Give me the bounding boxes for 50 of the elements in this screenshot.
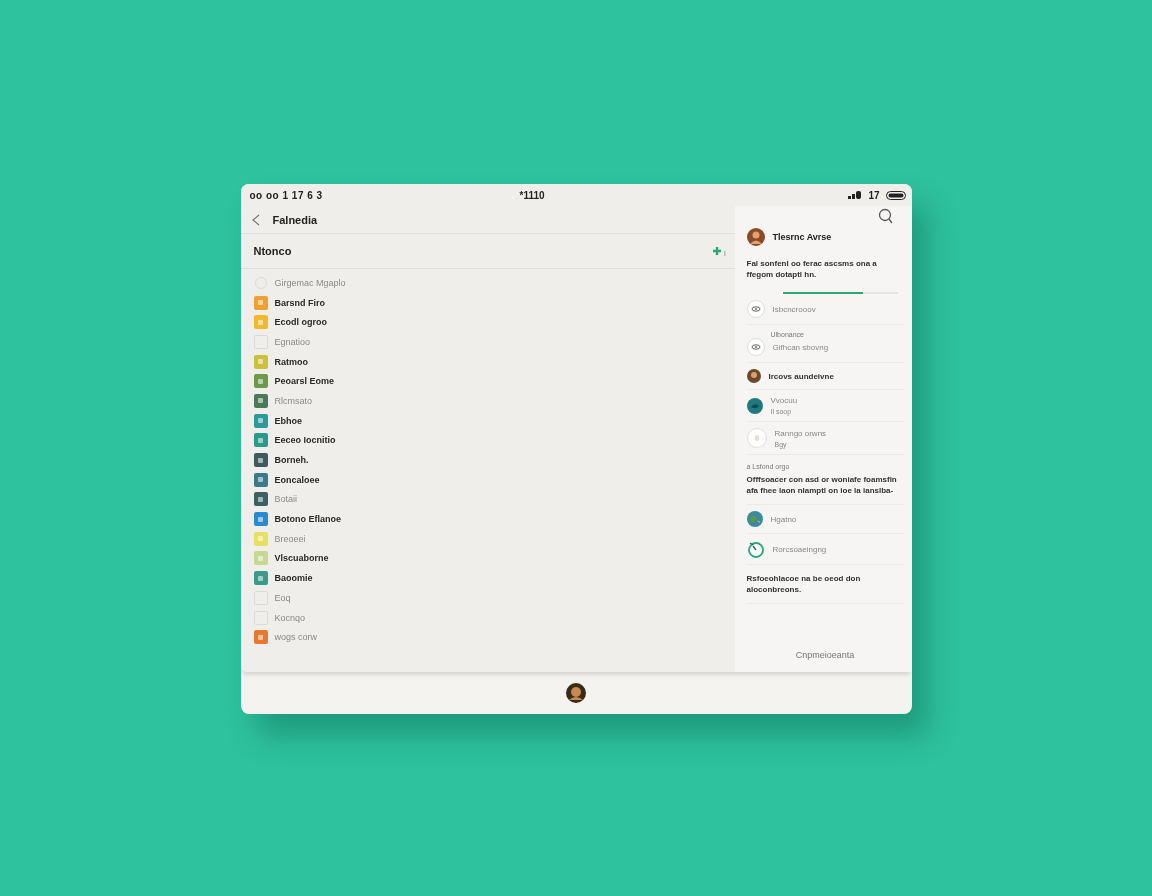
row-label[interactable]: Ranngo orwns [774, 428, 827, 438]
list-item[interactable]: Ebhoe [274, 415, 302, 426]
list-item[interactable]: Botaii [274, 494, 297, 505]
battery-icon [885, 190, 906, 200]
row-label[interactable]: Gifhcan sbovng [772, 342, 829, 352]
list-item[interactable]: Eeceo Iocnitio [274, 435, 336, 446]
list-item[interactable]: Ecodl ogroo [274, 317, 327, 328]
list-item[interactable]: Kocnqo [274, 612, 306, 623]
status-number: 17 [868, 189, 880, 201]
circle-icon [746, 428, 767, 448]
row-label[interactable]: Vvocuu [770, 396, 798, 405]
list-item[interactable]: Baoomie [274, 573, 313, 584]
globe-icon [746, 397, 763, 414]
list-item[interactable]: Peoarsl Eome [274, 376, 335, 387]
section-title: Ntonco [253, 245, 292, 257]
list-item[interactable]: Girgemac Mgaplo [274, 277, 346, 288]
eye-icon [746, 338, 765, 356]
signal-icon [848, 191, 863, 199]
note-text: Offfsoacer con asd or woniafe foamsfin afa fhee laon nlamptl on ioe la ianslba- [746, 474, 898, 496]
list-item[interactable]: Ratmoo [274, 356, 308, 367]
row-label[interactable]: Hgatno [770, 514, 797, 524]
row-label[interactable]: Rorcsoaeingng [772, 544, 827, 554]
eye-icon [746, 300, 765, 318]
list-item[interactable]: Eoncaloee [274, 474, 320, 485]
profile-name: Tlesrnc Avrse [772, 232, 832, 242]
list-item[interactable]: Eoq [274, 592, 291, 603]
row-label[interactable]: Ircovs aundeivne [768, 371, 834, 381]
list-item[interactable]: Egnatioo [274, 336, 311, 347]
note-text: Rsfoeohlacoe na be oeod don aloconbreons. [746, 573, 862, 595]
list-item[interactable]: Breoeei [274, 533, 306, 544]
home-button[interactable] [566, 683, 586, 703]
list-item[interactable]: Rlcmsato [274, 395, 312, 406]
list-item[interactable]: Borneh. [274, 455, 309, 466]
status-time: oo oo 1 17 6 3 [249, 189, 324, 201]
list-item[interactable]: wogs corw [274, 632, 317, 643]
avatar-icon [746, 369, 761, 383]
back-icon[interactable] [250, 213, 261, 226]
page-title: Falnedia [272, 213, 318, 226]
description-text: Fal sonfenl oo ferac ascsms ona a ffegom dotaptl hn. [746, 258, 878, 280]
search-icon[interactable] [877, 208, 894, 224]
row-label[interactable]: Isbcncrooov [772, 304, 816, 314]
list-item[interactable]: Vlscuaborne [274, 553, 329, 564]
globe-icon [746, 511, 763, 527]
add-icon[interactable] [710, 245, 727, 257]
list-item[interactable]: Barsnd Firo [274, 297, 325, 308]
timer-icon [746, 540, 765, 558]
avatar-icon [746, 228, 765, 246]
footer-button[interactable]: Cnpmeioeanta [791, 648, 859, 662]
list-item[interactable]: Botono Eflanoe [274, 514, 341, 525]
status-text: *1110 [518, 189, 546, 201]
